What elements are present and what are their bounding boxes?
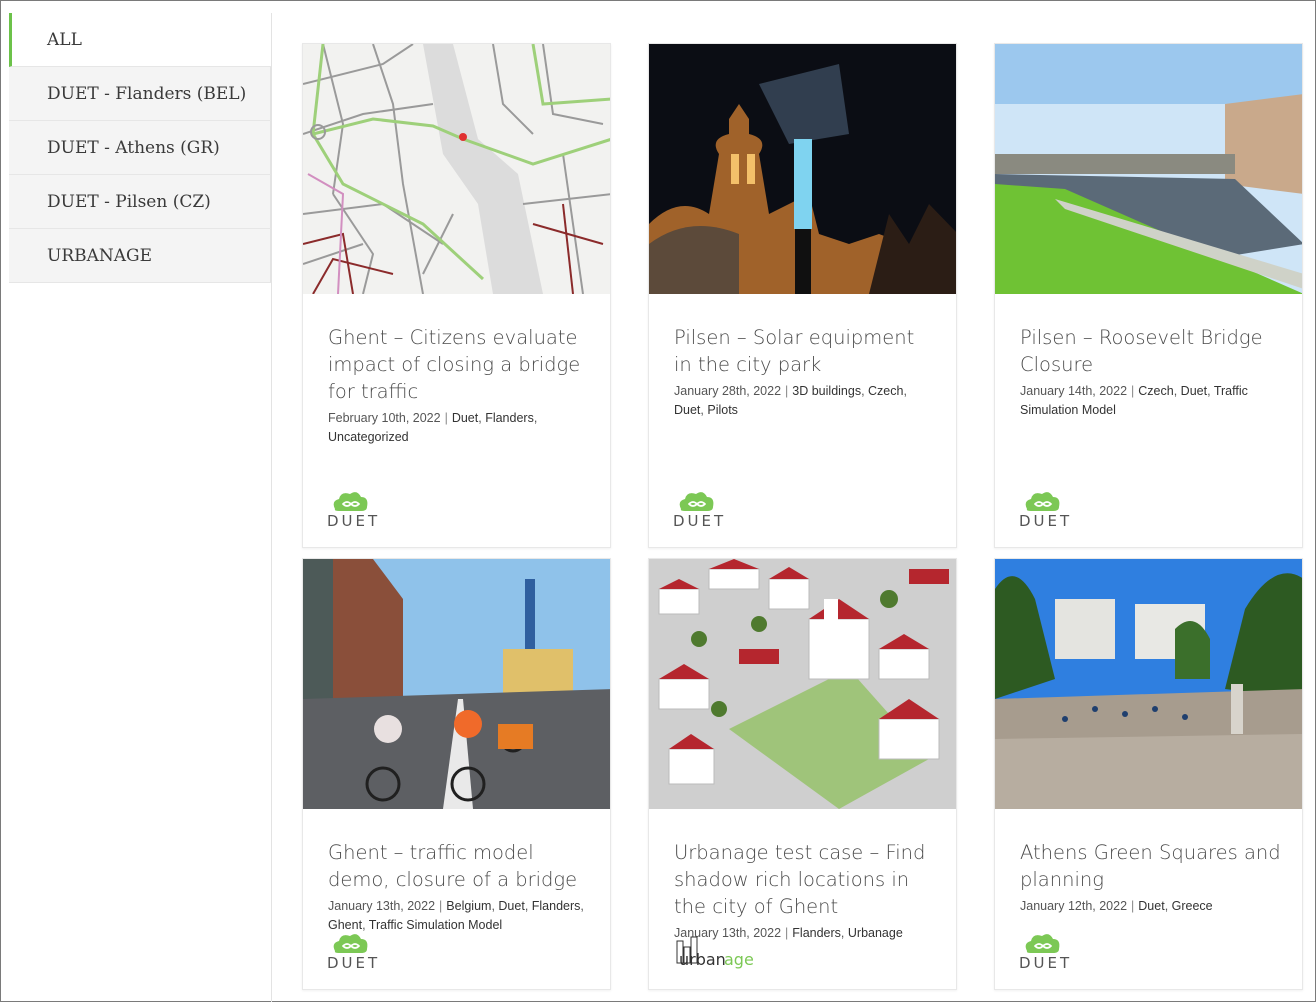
- post-thumbnail-photo[interactable]: [649, 44, 956, 294]
- post-meta: January 13th, 2022 | Belgium, Duet, Flande…: [328, 899, 584, 932]
- post-meta: January 28th, 2022 | 3D buildings, Czech, …: [674, 384, 907, 417]
- svg-text:DUET: DUET: [327, 954, 380, 971]
- category-link[interactable]: Greece: [1172, 899, 1213, 913]
- post-title[interactable]: Ghent – traffic model demo, closure of a…: [328, 839, 592, 893]
- post-date: January 14th, 2022: [1020, 384, 1128, 398]
- svg-text:DUET: DUET: [673, 512, 726, 529]
- category-link[interactable]: Flanders: [792, 926, 841, 940]
- post-thumbnail-3d-model[interactable]: [649, 559, 956, 809]
- post-date: January 12th, 2022: [1020, 899, 1128, 913]
- post-card[interactable]: Ghent – Citizens evaluate impact of clos…: [302, 43, 611, 548]
- category-link[interactable]: Duet: [498, 899, 524, 913]
- category-link[interactable]: Urbanage: [848, 926, 903, 940]
- svg-text:age: age: [724, 950, 754, 969]
- post-title[interactable]: Pilsen – Solar equipment in the city par…: [674, 324, 938, 378]
- post-thumbnail-photo[interactable]: [995, 559, 1302, 809]
- svg-text:DUET: DUET: [327, 512, 380, 529]
- duet-logo: DUET: [671, 489, 731, 534]
- post-thumbnail-photo[interactable]: [995, 44, 1302, 294]
- post-thumbnail-map[interactable]: [303, 44, 610, 294]
- post-categories: Flanders, Urbanage: [792, 926, 903, 940]
- filter-tab-urbanage[interactable]: URBANAGE: [9, 229, 271, 283]
- category-filter-sidebar: ALL DUET - Flanders (BEL) DUET - Athens …: [9, 13, 271, 283]
- duet-logo: DUET: [325, 489, 385, 534]
- duet-logo: DUET: [1017, 931, 1077, 976]
- post-title[interactable]: Urbanage test case – Find shadow rich lo…: [674, 839, 938, 920]
- category-link[interactable]: Flanders: [485, 411, 534, 425]
- svg-text:urban: urban: [679, 950, 726, 969]
- post-meta: January 14th, 2022 | Czech, Duet, Traffic …: [1020, 384, 1248, 417]
- filter-tab-duet-athens[interactable]: DUET - Athens (GR): [9, 121, 271, 175]
- post-categories: Duet, Greece: [1138, 899, 1213, 913]
- category-link[interactable]: Duet: [674, 403, 700, 417]
- post-card[interactable]: Pilsen – Roosevelt Bridge Closure Januar…: [994, 43, 1303, 548]
- urbanage-logo: urban age: [671, 935, 771, 974]
- post-meta: February 10th, 2022 | Duet, Flanders, Unca…: [328, 411, 538, 444]
- category-link[interactable]: Traffic Simulation Model: [369, 918, 502, 932]
- post-card[interactable]: Athens Green Squares and planning Januar…: [994, 558, 1303, 990]
- post-date: January 13th, 2022: [328, 899, 436, 913]
- post-card[interactable]: Pilsen – Solar equipment in the city par…: [648, 43, 957, 548]
- category-link[interactable]: Pilots: [707, 403, 738, 417]
- category-link[interactable]: Uncategorized: [328, 430, 409, 444]
- post-title[interactable]: Pilsen – Roosevelt Bridge Closure: [1020, 324, 1284, 378]
- post-thumbnail-photo[interactable]: [303, 559, 610, 809]
- post-card[interactable]: Ghent – traffic model demo, closure of a…: [302, 558, 611, 990]
- category-link[interactable]: Duet: [1181, 384, 1207, 398]
- post-meta: January 12th, 2022 | Duet, Greece: [1020, 899, 1213, 913]
- category-link[interactable]: Flanders: [532, 899, 581, 913]
- filter-tab-duet-flanders[interactable]: DUET - Flanders (BEL): [9, 67, 271, 121]
- post-title[interactable]: Ghent – Citizens evaluate impact of clos…: [328, 324, 592, 405]
- svg-text:DUET: DUET: [1019, 954, 1072, 971]
- duet-logo: DUET: [1017, 489, 1077, 534]
- category-link[interactable]: Czech: [868, 384, 903, 398]
- category-link[interactable]: Duet: [1138, 899, 1164, 913]
- category-link[interactable]: Duet: [452, 411, 478, 425]
- filter-tab-all[interactable]: ALL: [9, 13, 271, 67]
- post-date: February 10th, 2022: [328, 411, 441, 425]
- category-link[interactable]: Czech: [1138, 384, 1173, 398]
- filter-tab-duet-pilsen[interactable]: DUET - Pilsen (CZ): [9, 175, 271, 229]
- sidebar-divider: [271, 13, 272, 1002]
- category-link[interactable]: 3D buildings: [792, 384, 861, 398]
- category-link[interactable]: Ghent: [328, 918, 362, 932]
- post-card[interactable]: Urbanage test case – Find shadow rich lo…: [648, 558, 957, 990]
- svg-text:DUET: DUET: [1019, 512, 1072, 529]
- post-title[interactable]: Athens Green Squares and planning: [1020, 839, 1284, 893]
- category-link[interactable]: Belgium: [446, 899, 491, 913]
- post-date: January 28th, 2022: [674, 384, 782, 398]
- duet-logo: DUET: [325, 931, 385, 976]
